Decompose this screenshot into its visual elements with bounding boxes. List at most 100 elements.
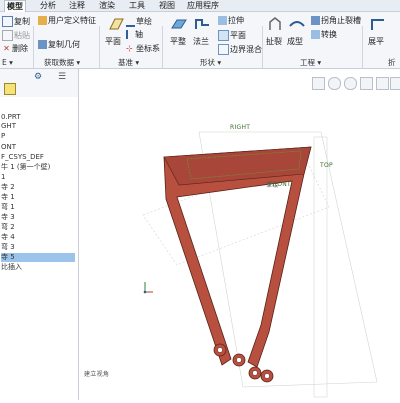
tree-item[interactable]: 弯 3 (1, 243, 15, 252)
group-operations[interactable]: E ▾ (2, 58, 13, 68)
paste-button[interactable]: 粘贴 (2, 30, 30, 41)
group-get-data[interactable]: 获取数据 ▾ (44, 58, 80, 68)
model-view (142, 131, 378, 398)
datum-plane-top (313, 136, 328, 398)
flat-wall-label[interactable]: 平整 (170, 37, 186, 47)
model-tree: 0.PRT GHT P ONT F_CSYS_DEF 牛 1 (第一个壁) 1 … (0, 97, 79, 400)
copy-geometry-button[interactable]: 复制几何 (38, 40, 80, 50)
model-tree-toolbar: ⚙ ☰ (0, 69, 79, 97)
axis-label: 轴 (135, 30, 143, 39)
tree-item[interactable]: F_CSYS_DEF (1, 153, 44, 162)
rip-label[interactable]: 扯裂 (266, 37, 282, 47)
menu-annotate[interactable]: 注释 (67, 0, 87, 11)
convert-label: 转换 (321, 30, 337, 39)
tree-item[interactable]: 弯 1 (1, 203, 15, 212)
group-datum[interactable]: 基准 ▾ (118, 58, 139, 68)
sketch-label: 草绘 (136, 17, 152, 26)
copy-label: 复制 (14, 17, 30, 26)
ribbon: 复制 粘贴 ✕ 删除 用户定义特征 复制几何 平面 草绘 轴 ⊹ 坐标系 平整 法兰… (0, 12, 400, 78)
plane-icon[interactable] (107, 16, 125, 32)
group-engineering[interactable]: 工程 ▾ (300, 58, 321, 68)
form-label[interactable]: 成型 (287, 37, 303, 47)
copy-geometry-icon (38, 40, 47, 49)
boundary-blend-button[interactable]: 边界混合 (218, 44, 262, 55)
group-shapes[interactable]: 形状 ▾ (200, 58, 221, 68)
tree-item[interactable]: GHT (1, 122, 16, 131)
udf-button[interactable]: 用户定义特征 (38, 16, 96, 26)
settings-icon[interactable]: ⚙ (34, 72, 46, 82)
tree-item[interactable]: 比插入 (1, 263, 22, 272)
repaint-icon[interactable] (360, 77, 373, 90)
axis-icon (126, 30, 134, 39)
plane-label[interactable]: 平面 (105, 37, 121, 47)
tree-item[interactable]: 寺 1 (1, 193, 15, 202)
sketch-icon (126, 16, 135, 27)
unbend-icon[interactable] (369, 16, 387, 32)
graphics-toolbar (79, 69, 400, 97)
paste-label: 粘贴 (14, 31, 30, 40)
csys-label: 坐标系 (136, 44, 160, 53)
menu-tools[interactable]: 工具 (127, 0, 147, 11)
copy-button[interactable]: 复制 (2, 16, 30, 27)
boundary-blend-icon (218, 44, 229, 55)
corner-relief-label: 拐角止裂槽 (321, 16, 361, 25)
tree-item[interactable]: 牛 1 (第一个壁) (1, 163, 50, 172)
form-icon[interactable] (288, 16, 306, 32)
hole-icon (252, 370, 258, 376)
delete-label: 删除 (12, 44, 28, 53)
tree-item[interactable]: 寺 2 (1, 183, 15, 192)
planar-label: 平面 (230, 31, 246, 40)
group-bend[interactable]: 折 (388, 58, 396, 68)
menu-model[interactable]: 模型 (4, 0, 26, 12)
tree-item[interactable]: 弯 2 (1, 223, 15, 232)
convert-button[interactable]: 转换 (311, 30, 337, 40)
tree-item[interactable]: 寺 3 (1, 213, 15, 222)
sketch-label-canvas: 草绘 (266, 182, 279, 189)
planar-icon (218, 30, 229, 41)
menu-analysis[interactable]: 分析 (38, 0, 58, 11)
delete-icon: ✕ (3, 44, 10, 53)
tree-item[interactable]: 1 (1, 173, 5, 182)
udf-icon (38, 16, 47, 25)
tree-item[interactable]: 0.PRT (1, 113, 21, 122)
menu-view[interactable]: 视图 (157, 0, 177, 11)
paste-icon (2, 30, 13, 41)
tree-item[interactable]: ONT (1, 143, 16, 152)
menu-render[interactable]: 渲染 (97, 0, 117, 11)
zoom-out-icon[interactable] (344, 77, 357, 90)
copy-icon (2, 16, 13, 27)
csys-button[interactable]: ⊹ 坐标系 (126, 44, 160, 54)
hole-icon (264, 373, 270, 379)
corner-relief-button[interactable]: 拐角止裂槽 (311, 16, 361, 26)
flat-wall-icon[interactable] (170, 16, 188, 32)
datum-top-label: TOP (320, 162, 333, 169)
extrude-label: 拉伸 (228, 16, 244, 25)
unbend-label[interactable]: 展平 (368, 37, 384, 47)
csys-icon: ⊹ (126, 44, 133, 53)
tree-item[interactable]: 寺 4 (1, 233, 15, 242)
display-style-icon[interactable] (376, 77, 389, 90)
menu-applications[interactable]: 应用程序 (185, 0, 221, 11)
graphics-area[interactable]: RIGHT TOP FRONT 草绘 建立视角 (79, 97, 400, 400)
zoom-in-icon[interactable] (328, 77, 341, 90)
corner-relief-icon (311, 16, 320, 25)
show-icon[interactable]: ☰ (58, 72, 70, 82)
saved-views-icon[interactable] (390, 77, 400, 90)
flange-label[interactable]: 法兰 (193, 37, 209, 47)
extrude-button[interactable]: 拉伸 (218, 16, 244, 26)
tree-item[interactable]: P (1, 132, 5, 141)
delete-button[interactable]: ✕ 删除 (2, 44, 28, 54)
convert-icon (311, 30, 320, 39)
boundary-blend-label: 边界混合 (230, 45, 262, 54)
tree-item-selected[interactable]: 寺 5 (1, 253, 75, 262)
flange-icon[interactable] (193, 16, 211, 32)
sketch-button[interactable]: 草绘 (126, 16, 152, 27)
folder-icon[interactable] (4, 83, 16, 95)
planar-button[interactable]: 平面 (218, 30, 246, 41)
hole-icon (236, 357, 242, 363)
refit-icon[interactable] (312, 77, 325, 90)
rip-icon[interactable] (266, 16, 284, 32)
extrude-icon (218, 16, 227, 25)
csys-origin (143, 290, 147, 294)
axis-button[interactable]: 轴 (126, 30, 143, 40)
